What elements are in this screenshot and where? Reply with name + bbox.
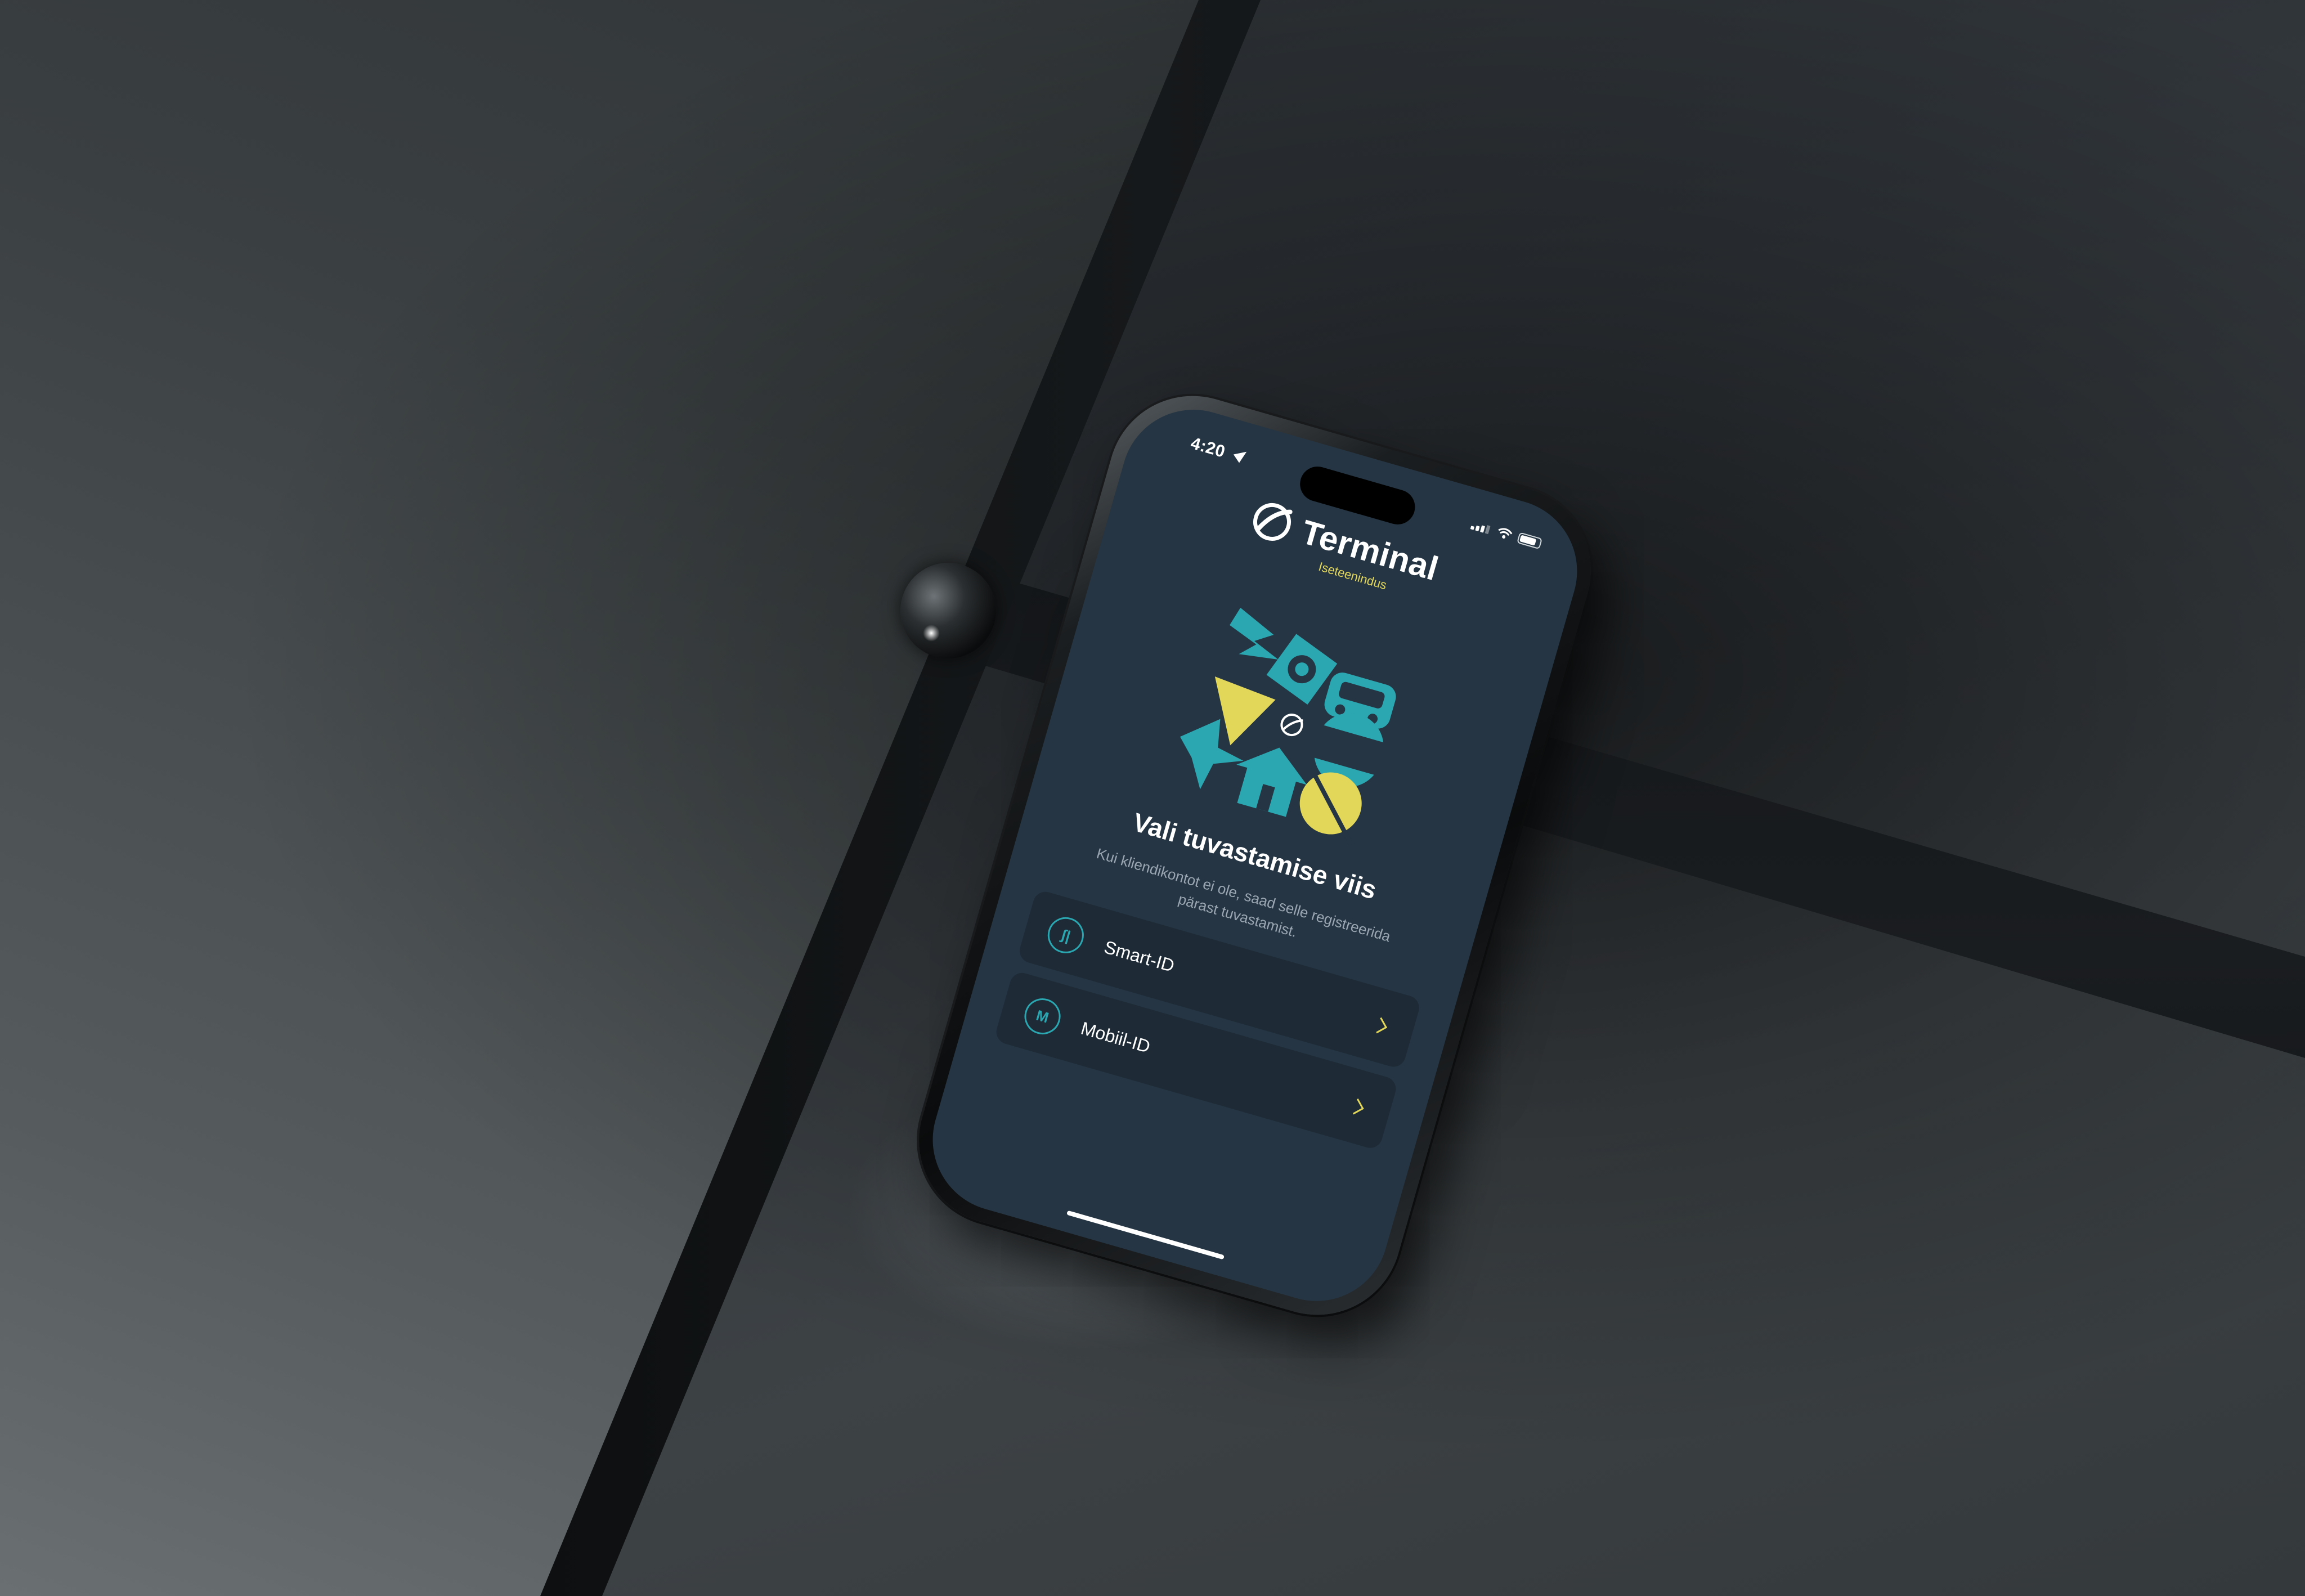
wifi-icon [1498,528,1513,539]
knob-glint [923,625,940,642]
smart-id-icon: ʃ| [1043,913,1088,958]
home-indicator[interactable] [1066,1210,1225,1260]
small-logo-icon [1280,714,1303,737]
services-illustration [1180,607,1396,846]
location-arrow-icon [1233,447,1250,463]
cellular-signal-icon [1470,519,1493,535]
rail-knob [900,563,996,658]
mobiil-id-icon: M [1020,994,1065,1039]
lightning-icon [1230,607,1279,660]
status-indicators [1470,519,1542,550]
status-time: 4:20 [1189,434,1227,461]
battery-icon [1517,532,1542,550]
